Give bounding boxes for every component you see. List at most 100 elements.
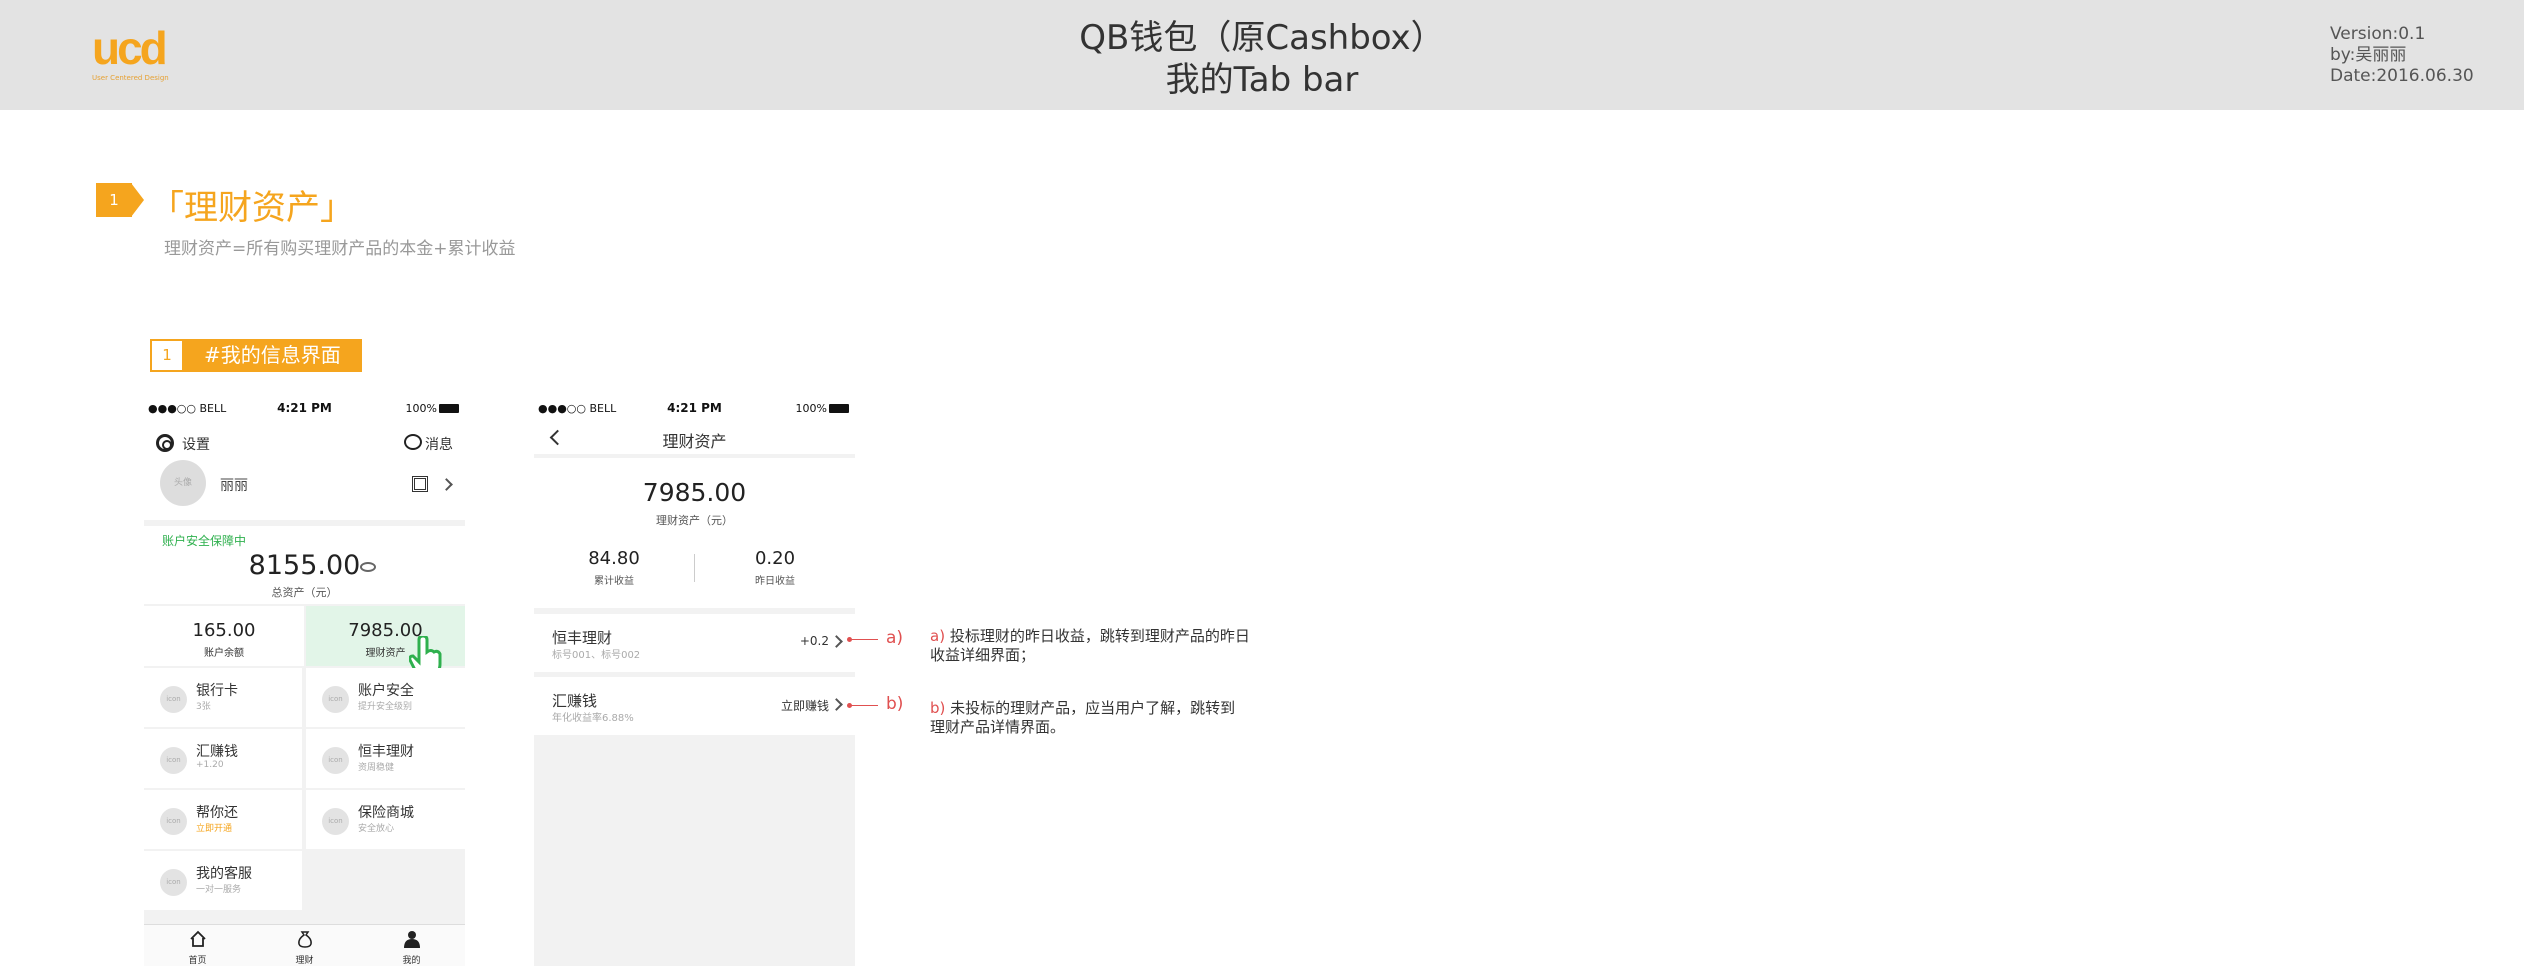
grid-item-huizhuanqian[interactable]: icon 汇赚钱 +1.20: [144, 729, 302, 788]
annotation-b-label: b): [930, 699, 946, 717]
annotation-a-label: a): [930, 627, 946, 645]
section-arrow: [131, 183, 144, 217]
grid-item-name: 银行卡: [196, 683, 238, 699]
battery-icon: [439, 404, 459, 413]
total-assets-panel: 账户安全保障中 8155.00 总资产（元）: [144, 526, 465, 604]
annotation-b-key: b): [886, 694, 904, 714]
grid-item-insurance[interactable]: icon 保险商城 安全放心: [306, 790, 465, 849]
product-sub: 标号001、标号002: [552, 650, 641, 661]
balance-value: 165.00: [192, 620, 256, 641]
grid-item-sub: 一对一服务: [196, 885, 242, 895]
section-number: 1: [96, 183, 132, 217]
total-label: 总资产（元）: [271, 586, 338, 599]
grid-item-sub: 3张: [196, 702, 211, 712]
qr-code-icon[interactable]: [412, 476, 428, 492]
subsection-number: 1: [150, 339, 184, 372]
tab-home[interactable]: 首页: [144, 925, 251, 966]
coin-icon: icon: [160, 747, 187, 774]
security-notice: 账户安全保障中: [162, 534, 247, 548]
chevron-right-icon[interactable]: [830, 698, 843, 711]
tab-label: 首页: [188, 956, 207, 966]
tab-bar: 首页 理财 我的: [144, 924, 465, 966]
status-bar: ●●●○○ BELL 4:21 PM 100%: [144, 396, 465, 420]
user-icon: [403, 931, 420, 948]
product-sub: 年化收益率6.88%: [552, 713, 634, 724]
grid-item-name: 账户安全: [358, 683, 414, 699]
grid-item-account-security[interactable]: icon 账户安全 提升安全级别: [306, 668, 465, 727]
eye-icon[interactable]: [360, 562, 376, 572]
tab-label: 理财: [295, 956, 314, 966]
annotation-a-line: [850, 639, 878, 640]
product-name: 汇赚钱: [552, 692, 598, 710]
product-row-huizhuanqian[interactable]: 汇赚钱 年化收益率6.88% 立即赚钱: [534, 677, 855, 735]
grid-item-customer-service[interactable]: icon 我的客服 一对一服务: [144, 851, 302, 910]
annotation-b-line: [850, 705, 878, 706]
username: 丽丽: [220, 478, 248, 494]
grid-item-bang-ni-huan[interactable]: icon 帮你还 立即开通: [144, 790, 302, 849]
product-earning: +0.2: [799, 634, 829, 648]
annotation-a-key: a): [886, 628, 904, 648]
chat-bubble-icon[interactable]: [404, 434, 422, 450]
finance-icon: icon: [322, 747, 349, 774]
yesterday-value: 0.20: [754, 548, 796, 569]
balance-label: 账户余额: [204, 648, 244, 659]
header-bar: ucd User Centered Design QB钱包（原Cashbox） …: [0, 0, 2524, 110]
version-text: Version:0.1: [2330, 24, 2426, 44]
annotation-b-text: b) 未投标的理财产品，应当用户了解，跳转到理财产品详情界面。: [930, 699, 1250, 737]
nav-bar: 理财资产: [534, 420, 855, 454]
grid-item-name: 恒丰理财: [358, 744, 414, 760]
cumulative-earnings: 84.80 累计收益: [534, 548, 694, 587]
battery-text: 100%: [405, 402, 437, 415]
section-title: 「理财资产」: [150, 188, 354, 228]
service-icon: icon: [160, 869, 187, 896]
doc-meta: Version:0.1 by:吴丽丽 Date:2016.06.30: [2330, 24, 2474, 87]
product-row-hengfeng[interactable]: 恒丰理财 标号001、标号002 +0.2: [534, 614, 855, 672]
phone-mockup-wealth-assets: ●●●○○ BELL 4:21 PM 100% 理财资产 7985.00 理财资…: [534, 396, 855, 966]
phone-mockup-my-info: ●●●○○ BELL 4:21 PM 100% 设置 消息 头像 丽丽 账户安全…: [144, 396, 465, 966]
subsection-title: #我的信息界面: [184, 339, 362, 372]
yesterday-earnings: 0.20 昨日收益: [695, 548, 855, 587]
settings-label[interactable]: 设置: [182, 434, 210, 454]
product-action: 立即赚钱: [780, 699, 829, 713]
chevron-right-icon[interactable]: [830, 635, 843, 648]
grid-item-hengfeng[interactable]: icon 恒丰理财 资周稳健: [306, 729, 465, 788]
insurance-icon: icon: [322, 808, 349, 835]
battery-text: 100%: [795, 402, 827, 415]
grid-item-bank-card[interactable]: icon 银行卡 3张: [144, 668, 302, 727]
repay-icon: icon: [160, 808, 187, 835]
product-name: 恒丰理财: [552, 629, 613, 647]
balance-cell[interactable]: 165.00 账户余额: [144, 606, 304, 666]
yesterday-label: 昨日收益: [755, 576, 795, 587]
annotation-a-text: a) 投标理财的昨日收益，跳转到理财产品的昨日收益详细界面；: [930, 627, 1250, 665]
avatar[interactable]: 头像: [160, 460, 206, 506]
wealth-amount: 7985.00: [642, 478, 747, 507]
tab-finance[interactable]: 理财: [251, 925, 358, 966]
annotation-b-body: 未投标的理财产品，应当用户了解，跳转到理财产品详情界面。: [930, 699, 1236, 736]
doc-subtitle: 我的Tab bar: [1165, 60, 1359, 100]
home-icon: [189, 930, 206, 947]
nav-title: 理财资产: [662, 432, 727, 451]
status-bar: ●●●○○ BELL 4:21 PM 100%: [534, 396, 855, 420]
tab-label: 我的: [402, 956, 421, 966]
shield-icon: icon: [322, 686, 349, 713]
money-bag-icon: [297, 931, 312, 948]
grid-item-name: 我的客服: [196, 866, 252, 882]
chevron-right-icon[interactable]: [440, 478, 453, 491]
messages-label[interactable]: 消息: [425, 434, 453, 454]
author-text: by:吴丽丽: [2330, 45, 2407, 65]
cumulative-label: 累计收益: [594, 576, 634, 587]
date-text: Date:2016.06.30: [2330, 66, 2474, 86]
section-description: 理财资产=所有购买理财产品的本金+累计收益: [164, 239, 516, 259]
wealth-amount-label: 理财资产（元）: [656, 514, 733, 527]
tab-mine[interactable]: 我的: [358, 925, 465, 966]
profile-header: 设置 消息 头像 丽丽: [144, 420, 465, 520]
bank-card-icon: icon: [160, 686, 187, 713]
annotation-a-body: 投标理财的昨日收益，跳转到理财产品的昨日收益详细界面；: [930, 627, 1250, 664]
grid-item-sub: 立即开通: [196, 824, 233, 834]
gear-icon[interactable]: [156, 434, 174, 452]
grid-item-sub: 资周稳健: [358, 763, 395, 773]
battery-icon: [829, 404, 849, 413]
grid-item-name: 保险商城: [358, 805, 414, 821]
cumulative-value: 84.80: [588, 548, 640, 569]
grid-item-sub: 安全放心: [358, 824, 395, 834]
